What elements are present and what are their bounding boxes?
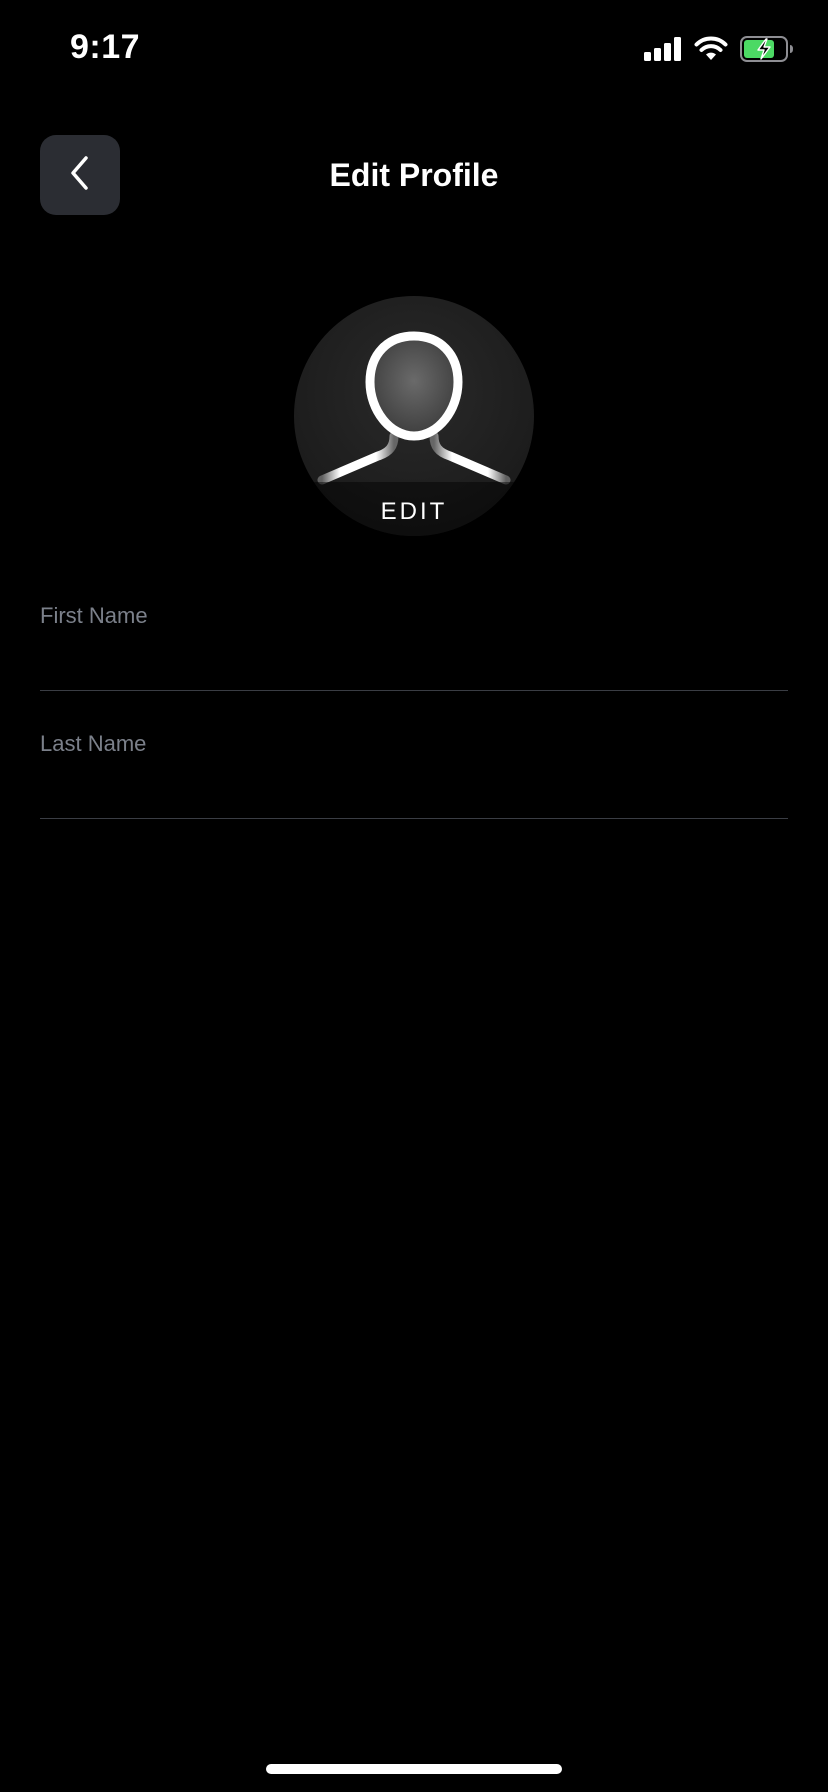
header: Edit Profile [0,135,828,215]
page-title: Edit Profile [329,157,499,193]
wifi-icon [694,36,728,62]
status-bar: 9:17 [0,0,828,100]
first-name-field [40,600,788,691]
battery-charging-icon [740,36,794,62]
avatar-edit-button[interactable]: EDIT [294,296,534,536]
chevron-left-icon [65,153,95,198]
status-time: 9:17 [70,28,141,66]
status-icons [644,34,794,64]
first-name-input[interactable] [40,600,788,690]
last-name-field [40,728,788,819]
avatar-edit-label: EDIT [380,498,448,525]
signal-icon [644,37,682,61]
last-name-input[interactable] [40,728,788,818]
back-button[interactable] [40,135,120,215]
home-indicator[interactable] [266,1764,562,1774]
